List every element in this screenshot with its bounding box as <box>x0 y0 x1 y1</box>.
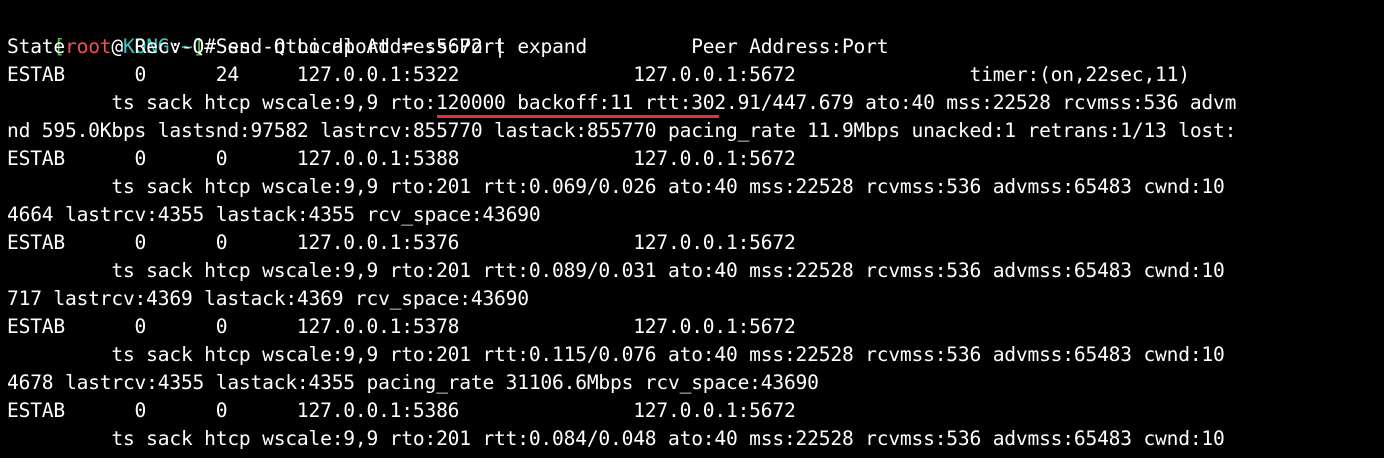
output-line: ts sack htcp wscale:9,9 rto:201 rtt:0.06… <box>7 175 1225 198</box>
output-line: ESTAB 0 0 127.0.0.1:5378 127.0.0.1:5672 <box>7 315 796 338</box>
output-line: nd 595.0Kbps lastsnd:97582 lastrcv:85577… <box>7 119 1237 142</box>
output-line: ESTAB 0 0 127.0.0.1:5376 127.0.0.1:5672 <box>7 231 796 254</box>
output-header: State Recv-Q Send-Q Local Address:Port P… <box>7 35 889 58</box>
output-line: 4678 lastrcv:4355 lastack:4355 pacing_ra… <box>7 371 819 394</box>
output-line: ts sack htcp wscale:9,9 rto:201 rtt:0.11… <box>7 343 1225 366</box>
output-line: ts sack htcp wscale:9,9 rto:120000 backo… <box>7 91 1237 114</box>
output-line: 4664 lastrcv:4355 lastack:4355 rcv_space… <box>7 203 541 226</box>
output-line: ESTAB 0 24 127.0.0.1:5322 127.0.0.1:5672… <box>7 63 1190 86</box>
highlight-underline <box>437 115 719 118</box>
prompt-line: [root@KONG:~]# ss -ntoi dport = :5672 | … <box>7 5 587 58</box>
output-line: ts sack htcp wscale:9,9 rto:201 rtt:0.08… <box>7 427 1225 450</box>
output-line: ts sack htcp wscale:9,9 rto:201 rtt:0.08… <box>7 259 1225 282</box>
output-line: 717 lastrcv:4369 lastack:4369 rcv_space:… <box>7 287 529 310</box>
output-line: ESTAB 0 0 127.0.0.1:5388 127.0.0.1:5672 <box>7 147 796 170</box>
terminal-window[interactable]: [root@KONG:~]# ss -ntoi dport = :5672 | … <box>0 0 1384 458</box>
output-line: ESTAB 0 0 127.0.0.1:5386 127.0.0.1:5672 <box>7 399 796 422</box>
